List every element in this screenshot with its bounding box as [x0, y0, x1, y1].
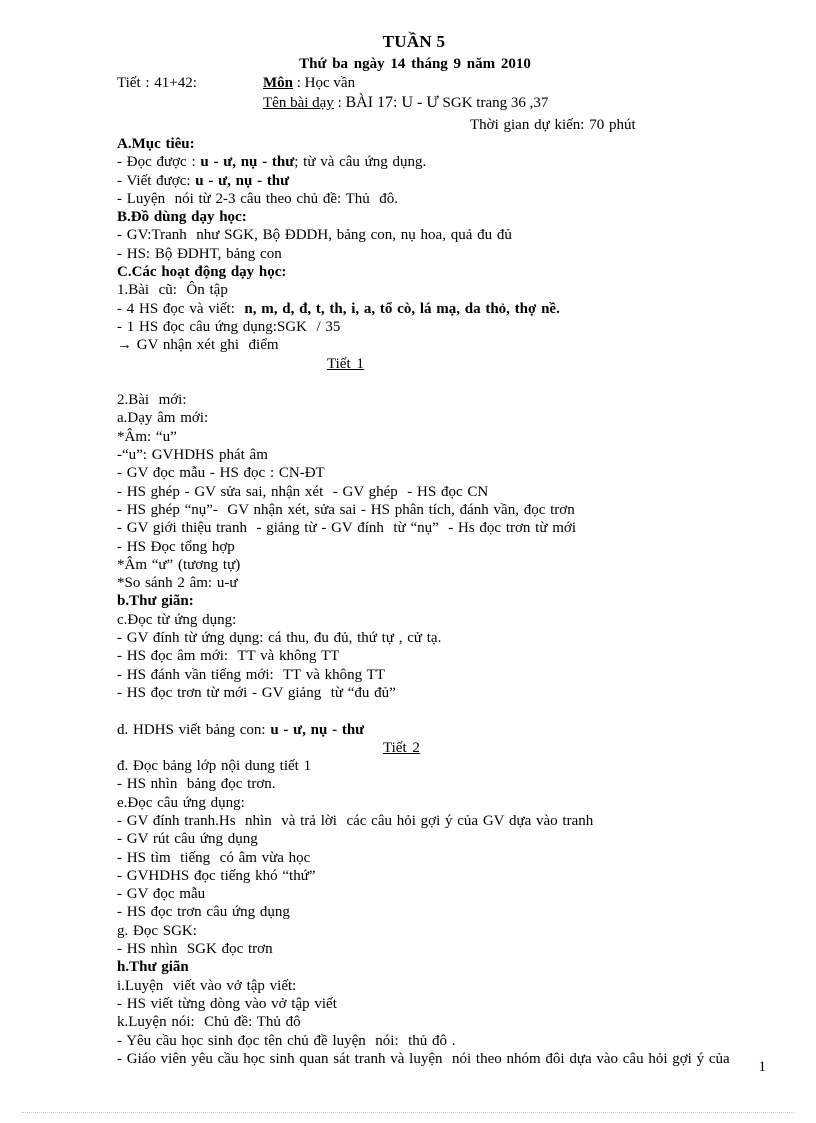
lesson-line: a.Dạy âm mới:	[117, 410, 209, 427]
section-b-heading: B.Đồ dùng dạy học:	[117, 209, 247, 226]
lesson-line: i.Luyện viết vào vở tập viết:	[117, 977, 297, 994]
line-text: - 4 HS đọc và viết:	[117, 300, 245, 317]
lesson-name-line: Tên bài dạy : BÀI 17: U - Ư SGK trang 36…	[263, 94, 548, 112]
section-a-line: - Viết được: u - ư, nụ - thư	[117, 172, 797, 190]
lesson-line: - HS tìm tiếng có âm vừa học	[117, 849, 311, 866]
lesson-line: - Yêu cầu học sinh đọc tên chủ đề luyện …	[117, 1032, 456, 1049]
header-row-bai: Tên bài dạy : BÀI 17: U - Ư SGK trang 36…	[0, 94, 816, 115]
lesson-line: - GV đọc mẫu	[117, 886, 206, 903]
lesson-sgk-pages: SGK trang 36 ,37	[438, 95, 549, 111]
section-c-line: - 1 HS đọc câu ứng dụng:SGK / 35	[117, 318, 797, 336]
lesson-line: - HS đọc trơn câu ứng dụng	[117, 904, 290, 921]
line-bold: u - ư, nụ - thư	[195, 172, 290, 189]
tiet-1-label: Tiết 1	[327, 355, 364, 372]
subject-line: Môn : Học vần	[263, 75, 355, 92]
line-text: - Viết được:	[117, 172, 196, 189]
lesson-line: - HS viết từng dòng vào vở tập viết	[117, 995, 337, 1012]
section-a-line: - Đọc được : u - ư, nụ - thư; từ và câu …	[117, 153, 797, 171]
lesson-name-value: BÀI 17: U - Ư	[345, 94, 439, 111]
document-page: TUẦN 5 Thứ ba ngày 14 tháng 9 năm 2010 T…	[0, 0, 816, 1123]
line-text: - Luyện nói từ 2-3 câu theo chủ đề: Thủ …	[117, 190, 399, 207]
lesson-line: - HS đọc trơn từ mới - GV giảng từ “đu đ…	[117, 684, 396, 701]
lesson-name-label: Tên bài dạy	[263, 95, 334, 111]
lesson-line: *So sánh 2 âm: u-ư	[117, 575, 238, 592]
lesson-name-sep: :	[333, 95, 346, 111]
section-b-line: - GV:Tranh như SGK, Bộ ĐDDH, bảng con, n…	[117, 227, 512, 244]
lesson-line: - GV đọc mẫu - HS đọc : CN-ĐT	[117, 465, 325, 482]
lesson-line: - HS ghép “nụ”- GV nhận xét, sửa sai - H…	[117, 501, 575, 518]
section-a-line: - Luyện nói từ 2-3 câu theo chủ đề: Thủ …	[117, 190, 797, 208]
header-row-time: Thời gian dự kiến: 70 phút	[0, 115, 816, 136]
lesson-line: g. Đọc SGK:	[117, 922, 197, 939]
lesson-line: 2.Bài mới:	[117, 392, 187, 409]
lesson-line: -“u”: GVHDHS phát âm	[117, 447, 268, 464]
lesson-line: *Âm “ư” (tương tự)	[117, 556, 241, 573]
lesson-line: - GV đính tranh.Hs nhìn và trả lời các c…	[117, 812, 594, 829]
lesson-part-2: đ. Đọc bảng lớp nội dung tiết 1- HS nhìn…	[117, 757, 797, 1068]
tiet-2-label: Tiết 2	[383, 739, 420, 756]
line-text: - Đọc được :	[117, 154, 201, 171]
lesson-line: - GV đính từ ứng dụng: cá thu, đu đủ, th…	[117, 630, 442, 647]
line-text: - 1 HS đọc câu ứng dụng:SGK / 35	[117, 318, 341, 335]
lesson-line: c.Đọc từ ứng dụng:	[117, 611, 237, 628]
lesson-line: - GV rút câu ứng dụng	[117, 831, 258, 848]
lesson-line: - HS ghép - GV sửa sai, nhận xét - GV gh…	[117, 483, 489, 500]
document-body: A.Mục tiêu: - Đọc được : u - ư, nụ - thư…	[117, 135, 797, 1068]
subject-value: : Học vần	[293, 75, 356, 91]
lesson-line: - GVHDHS đọc tiếng khó “thứ”	[117, 867, 316, 884]
estimated-time: Thời gian dự kiến: 70 phút	[470, 117, 636, 133]
lesson-line: - GV giới thiệu tranh - giảng từ - GV đí…	[117, 520, 576, 537]
lesson-line	[117, 702, 797, 720]
line-text: d. HDHS viết bảng con:	[117, 721, 271, 738]
hdhs-write-line: d. HDHS viết bảng con: u - ư, nụ - thư	[117, 721, 797, 739]
tiet-1-marker: Tiết 1	[117, 355, 797, 373]
lesson-line: - HS nhìn SGK đọc trơn	[117, 941, 273, 958]
page-title: TUẦN 5	[382, 32, 446, 51]
section-c-line: → GV nhận xét ghi điểm	[117, 336, 797, 354]
lesson-part-1: 2.Bài mới: a.Dạy âm mới: *Âm: “u” -“u”: GVH…	[117, 391, 797, 720]
lesson-date: Thứ ba ngày 14 tháng 9 năm 2010	[299, 56, 531, 72]
section-c-line: 1.Bài cũ: Ôn tập	[117, 281, 797, 299]
line-bold: u - ư, nụ - thư	[200, 154, 295, 171]
lesson-line: b.Thư giãn:	[117, 593, 194, 610]
page-number: 1	[758, 1059, 767, 1075]
lesson-line: *Âm: “u”	[117, 428, 177, 445]
subject-label: Môn	[263, 75, 293, 91]
document-header: TUẦN 5 Thứ ba ngày 14 tháng 9 năm 2010 T…	[0, 32, 816, 136]
lesson-line: e.Đọc câu ứng dụng:	[117, 794, 245, 811]
lesson-line: - HS đánh vần tiếng mới: TT và không TT	[117, 666, 385, 683]
tiet-2-marker: Tiết 2	[117, 739, 797, 757]
lesson-line: - HS đọc âm mới: TT và không TT	[117, 648, 340, 665]
lesson-line: h.Thư giãn	[117, 959, 189, 976]
lesson-line: - HS nhìn bảng đọc trơn.	[117, 776, 276, 793]
section-c-line: - 4 HS đọc và viết: n, m, d, đ, t, th, i…	[117, 300, 797, 318]
tiet-number: Tiết : 41+42:	[117, 75, 197, 91]
header-row-mon: Tiết : 41+42: Môn : Học vần	[0, 73, 816, 94]
lesson-line: - Giáo viên yêu cầu học sinh quan sát tr…	[117, 1050, 730, 1067]
lesson-line: - HS Đọc tổng hợp	[117, 538, 235, 555]
line-bold: n, m, d, đ, t, th, i, a, tổ cò, lá mạ, d…	[244, 300, 560, 317]
lesson-line: k.Luyện nói: Chủ đề: Thủ đô	[117, 1014, 301, 1031]
line-text: 1.Bài cũ: Ôn tập	[117, 282, 228, 299]
lesson-line: đ. Đọc bảng lớp nội dung tiết 1	[117, 758, 312, 775]
line-text: → GV nhận xét ghi điểm	[117, 337, 279, 354]
line-bold: u - ư, nụ - thư	[270, 721, 365, 738]
scan-artifact-line	[22, 1112, 794, 1114]
section-c-heading: C.Các hoạt động dạy học:	[117, 264, 287, 281]
section-a-heading: A.Mục tiêu:	[117, 136, 195, 152]
line-tail: ; từ và câu ứng dụng.	[294, 154, 427, 171]
section-b-line: - HS: Bộ ĐDHT, bảng con	[117, 245, 282, 262]
